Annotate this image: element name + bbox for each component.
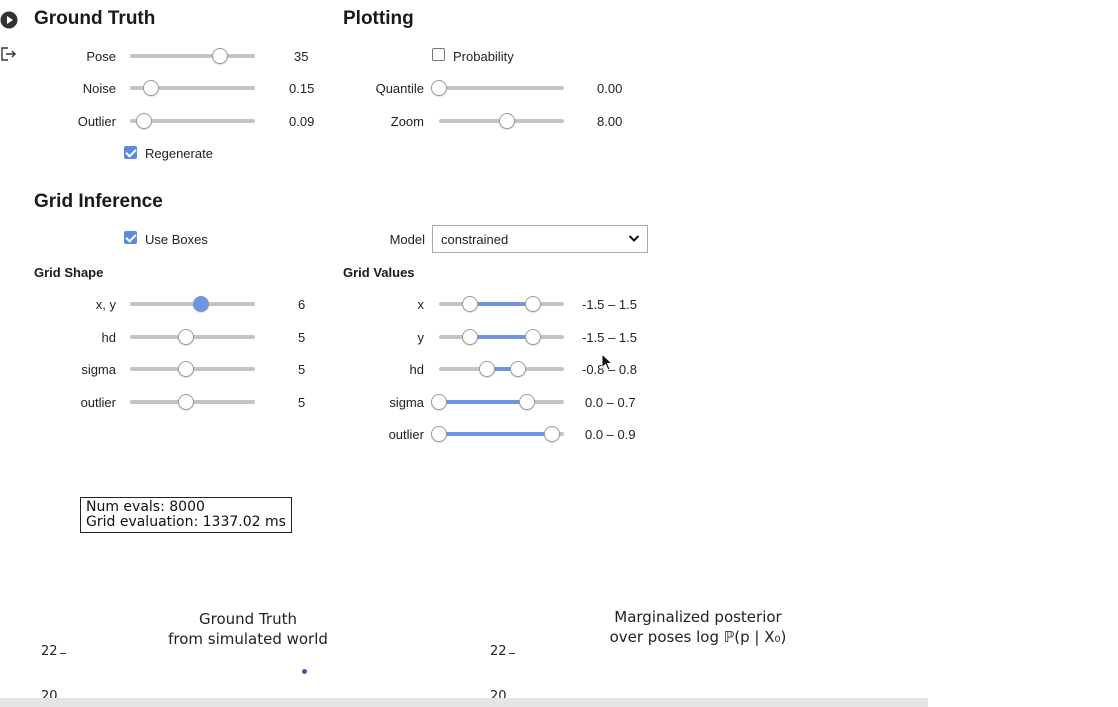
grid-values-x-range[interactable] <box>439 294 564 314</box>
outlier-slider[interactable] <box>130 111 255 131</box>
grid-shape-title: Grid Shape <box>34 265 104 280</box>
use-boxes-checkbox[interactable] <box>124 231 137 244</box>
grid-shape-hd-value: 5 <box>298 330 306 345</box>
noise-slider[interactable] <box>130 78 255 98</box>
left-plot-title-line1: Ground Truth <box>199 610 297 628</box>
grid-inference-title: Grid Inference <box>34 191 163 212</box>
plotting-title: Plotting <box>343 8 414 29</box>
eval-stats-box: Num evals: 8000 Grid evaluation: 1337.02… <box>80 497 292 533</box>
grid-values-outlier-value: 0.0 – 0.9 <box>585 427 636 442</box>
grid-values-x-high-thumb[interactable] <box>524 296 541 312</box>
pose-slider[interactable] <box>130 46 255 66</box>
grid-shape-xy-thumb[interactable] <box>193 296 210 312</box>
zoom-slider-thumb[interactable] <box>498 113 515 129</box>
left-plot-tickmark <box>60 653 66 654</box>
grid-values-outlier-high-thumb[interactable] <box>543 426 560 442</box>
grid-values-y-range[interactable] <box>439 327 564 347</box>
right-plot-title-line2: over poses log ℙ(p | X₀) <box>609 628 787 646</box>
grid-values-sigma-label: sigma <box>389 395 424 410</box>
grid-shape-outlier-value: 5 <box>298 395 306 410</box>
grid-values-hd-high-thumb[interactable] <box>509 361 526 377</box>
grid-values-y-value: -1.5 – 1.5 <box>582 330 637 345</box>
grid-values-sigma-value: 0.0 – 0.7 <box>585 395 636 410</box>
grid-values-outlier-range[interactable] <box>431 424 564 444</box>
model-label: Model <box>389 232 425 247</box>
grid-values-y-label: y <box>417 330 425 345</box>
noise-value: 0.15 <box>289 81 315 96</box>
outlier-value: 0.09 <box>289 114 315 129</box>
grid-shape-outlier-label: outlier <box>80 395 116 410</box>
grid-values-hd-range[interactable] <box>439 359 564 379</box>
probability-label: Probability <box>453 49 514 64</box>
quantile-slider[interactable] <box>431 78 564 98</box>
pose-label: Pose <box>86 49 116 64</box>
right-plot-ytick-22: 22 <box>490 644 507 659</box>
pose-value: 35 <box>294 49 309 64</box>
grid-shape-hd-label: hd <box>101 330 116 345</box>
mouse-cursor-icon <box>601 352 614 376</box>
grid-values-outlier-low-thumb[interactable] <box>431 426 447 442</box>
left-plot-title-line2: from simulated world <box>168 630 328 648</box>
zoom-label: Zoom <box>390 114 424 129</box>
grid-shape-outlier-thumb[interactable] <box>178 394 195 410</box>
grid-shape-sigma-thumb[interactable] <box>178 361 195 377</box>
grid-values-x-low-thumb[interactable] <box>462 296 479 312</box>
zoom-slider[interactable] <box>439 111 564 131</box>
grid-values-sigma-high-thumb[interactable] <box>518 394 535 410</box>
pose-slider-thumb[interactable] <box>212 48 228 64</box>
grid-values-sigma-low-thumb[interactable] <box>431 394 447 410</box>
noise-label: Noise <box>82 81 116 96</box>
right-plot-tickmark <box>509 653 515 654</box>
model-select[interactable]: constrained <box>432 225 648 253</box>
grid-values-hd-low-thumb[interactable] <box>478 361 495 377</box>
grid-shape-hd-slider[interactable] <box>130 327 255 347</box>
grid-shape-outlier-slider[interactable] <box>130 392 255 412</box>
grid-shape-xy-value: 6 <box>298 297 306 312</box>
outlier-slider-thumb[interactable] <box>135 113 152 129</box>
regenerate-checkbox[interactable] <box>124 146 137 159</box>
quantile-value: 0.00 <box>597 81 623 96</box>
right-plot-title-line1: Marginalized posterior <box>614 608 782 626</box>
quantile-slider-thumb[interactable] <box>431 80 447 96</box>
pose-marker <box>302 669 307 674</box>
use-boxes-label: Use Boxes <box>145 232 208 247</box>
ground-truth-title: Ground Truth <box>34 8 156 29</box>
grid-values-x-value: -1.5 – 1.5 <box>582 297 637 312</box>
horizontal-scrollbar[interactable] <box>0 698 928 707</box>
probability-checkbox[interactable] <box>432 48 445 61</box>
grid-values-x-label: x <box>417 297 425 312</box>
grid-values-y-low-thumb[interactable] <box>462 329 479 345</box>
grid-values-y-high-thumb[interactable] <box>524 329 541 345</box>
right-plot-title: Marginalized posterior over poses log ℙ(… <box>588 607 808 647</box>
regenerate-label: Regenerate <box>145 146 213 161</box>
grid-shape-xy-label: x, y <box>95 297 116 312</box>
grid-evaluation-text: Grid evaluation: 1337.02 ms <box>86 514 286 530</box>
grid-values-hd-label: hd <box>409 362 424 377</box>
exit-icon[interactable] <box>0 46 16 62</box>
chevron-down-icon <box>628 231 640 248</box>
model-select-value: constrained <box>441 232 509 247</box>
left-plot-ytick-22: 22 <box>41 644 58 659</box>
noise-slider-thumb[interactable] <box>143 80 160 96</box>
grid-shape-sigma-slider[interactable] <box>130 359 255 379</box>
grid-values-title: Grid Values <box>343 265 415 280</box>
grid-shape-sigma-label: sigma <box>81 362 116 377</box>
grid-values-sigma-range[interactable] <box>431 392 564 412</box>
quantile-label: Quantile <box>375 81 424 96</box>
outlier-label: Outlier <box>77 114 116 129</box>
grid-shape-hd-thumb[interactable] <box>178 329 195 345</box>
num-evals-text: Num evals: 8000 <box>86 499 205 515</box>
grid-values-outlier-label: outlier <box>388 427 424 442</box>
zoom-value: 8.00 <box>597 114 623 129</box>
left-plot-title: Ground Truth from simulated world <box>148 609 348 649</box>
grid-shape-sigma-value: 5 <box>298 362 306 377</box>
grid-shape-xy-slider[interactable] <box>130 294 255 314</box>
play-circle-icon[interactable] <box>0 11 18 29</box>
